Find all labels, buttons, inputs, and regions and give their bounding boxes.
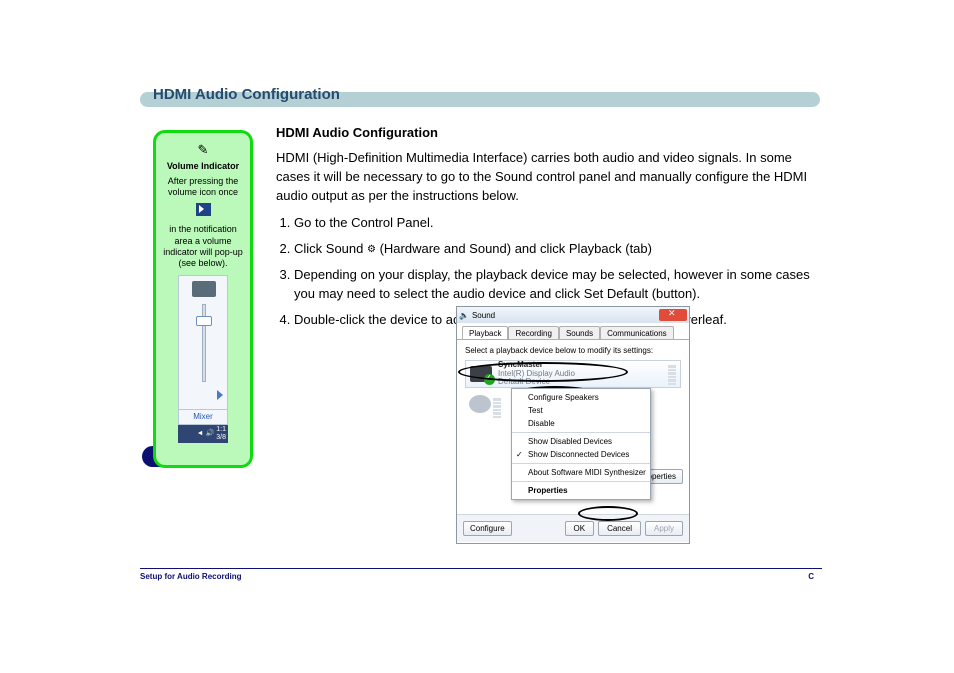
taskbar-clock: ◄ 🔊 1:13/8 xyxy=(178,425,228,443)
page-header: HDMI Audio Configuration xyxy=(153,86,340,103)
volume-note-p1: After pressing the volume icon once xyxy=(162,176,244,199)
default-check-icon xyxy=(484,374,495,385)
sound-titlebar-icon: 🔈 xyxy=(459,311,469,320)
volume-note-box: ✎ Volume Indicator After pressing the vo… xyxy=(153,130,253,468)
menu-configure-speakers[interactable]: Configure Speakers xyxy=(512,391,650,404)
section-heading: HDMI Audio Configuration xyxy=(276,124,816,143)
tab-communications[interactable]: Communications xyxy=(600,326,674,339)
menu-properties[interactable]: Properties xyxy=(512,481,650,497)
tab-recording[interactable]: Recording xyxy=(508,326,558,339)
body-text: HDMI Audio Configuration HDMI (High-Defi… xyxy=(276,124,816,337)
dialog-instruction: Select a playback device below to modify… xyxy=(465,346,681,355)
device-sub2: Default Device xyxy=(498,378,575,387)
sound-dialog: 🔈Sound Playback Recording Sounds Communi… xyxy=(456,306,690,544)
check-icon: ✓ xyxy=(516,450,523,459)
close-button[interactable] xyxy=(659,309,687,321)
intro-paragraph: HDMI (High-Definition Multimedia Interfa… xyxy=(276,149,816,206)
tab-sounds[interactable]: Sounds xyxy=(559,326,600,339)
dialog-body: Select a playback device below to modify… xyxy=(457,340,689,514)
menu-show-disabled[interactable]: Show Disabled Devices xyxy=(512,432,650,448)
step-2: Click Sound ⚙ (Hardware and Sound) and c… xyxy=(294,240,816,259)
menu-disable[interactable]: Disable xyxy=(512,417,650,430)
level-meter xyxy=(493,398,501,418)
volume-slider-thumb[interactable] xyxy=(196,316,212,326)
step-1: Go to the Control Panel. xyxy=(294,214,816,233)
level-meter xyxy=(668,365,676,385)
device-icon xyxy=(192,281,216,297)
dialog-footer: Configure OK Cancel Apply xyxy=(457,514,689,542)
configure-button[interactable]: Configure xyxy=(463,521,512,536)
tab-strip: Playback Recording Sounds Communications xyxy=(457,323,689,340)
footer-right: C xyxy=(808,572,814,581)
apply-button[interactable]: Apply xyxy=(645,521,683,536)
tab-playback[interactable]: Playback xyxy=(462,326,508,339)
menu-about-midi[interactable]: About Software MIDI Synthesizer xyxy=(512,463,650,479)
ok-button[interactable]: OK xyxy=(565,521,595,536)
footer-left: Setup for Audio Recording xyxy=(140,572,241,581)
dialog-titlebar[interactable]: 🔈Sound xyxy=(457,307,689,323)
gear-icon: ⚙ xyxy=(367,243,376,258)
menu-test[interactable]: Test xyxy=(512,404,650,417)
pencil-icon: ✎ xyxy=(198,142,209,158)
volume-mixer-popup: Mixer xyxy=(178,275,228,425)
volume-note-p2: in the notification area a volume indica… xyxy=(162,224,244,269)
footer-divider xyxy=(140,568,822,569)
mixer-link[interactable]: Mixer xyxy=(179,409,227,422)
speaker-device-icon xyxy=(469,395,491,413)
context-menu: Configure Speakers Test Disable Show Dis… xyxy=(511,388,651,500)
dialog-title: Sound xyxy=(472,311,495,320)
volume-note-heading: Volume Indicator xyxy=(162,161,244,172)
speaker-icon[interactable] xyxy=(212,390,222,400)
volume-tray-icon[interactable] xyxy=(196,203,211,216)
cancel-button[interactable]: Cancel xyxy=(598,521,641,536)
menu-show-disconnected[interactable]: ✓Show Disconnected Devices xyxy=(512,448,650,461)
monitor-icon xyxy=(470,366,492,382)
step-3: Depending on your display, the playback … xyxy=(294,266,816,304)
playback-device-1[interactable]: SyncMaster Intel(R) Display Audio Defaul… xyxy=(465,360,681,388)
